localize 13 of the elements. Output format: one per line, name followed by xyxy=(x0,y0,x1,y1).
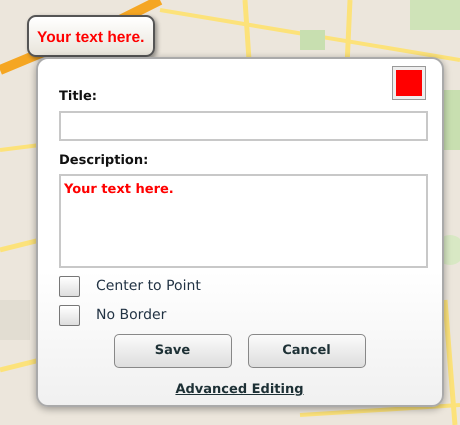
checkbox-label[interactable]: Center to Point xyxy=(96,276,201,297)
description-field[interactable]: Your text here. xyxy=(59,174,428,268)
checkbox[interactable] xyxy=(59,305,80,326)
save-button[interactable]: Save xyxy=(114,334,232,368)
field-label: Description: xyxy=(59,152,150,170)
advanced-editing-link[interactable]: Advanced Editing xyxy=(175,382,304,397)
checkbox[interactable] xyxy=(59,276,80,297)
field-label: Title: xyxy=(59,88,98,106)
color-picker[interactable] xyxy=(392,66,426,100)
checkbox-label[interactable]: No Border xyxy=(96,305,166,326)
title-field[interactable] xyxy=(59,110,428,140)
marker-label: Your text here. xyxy=(27,15,155,57)
cancel-button[interactable]: Cancel xyxy=(248,334,366,368)
